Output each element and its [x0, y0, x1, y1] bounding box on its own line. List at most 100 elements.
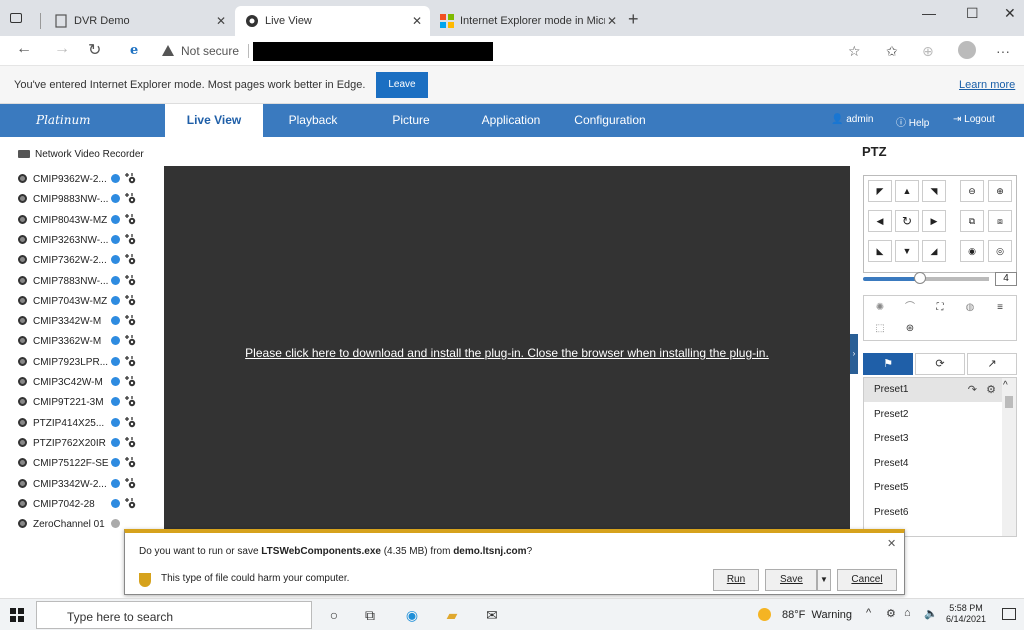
- tab-ie-mode-article[interactable]: Internet Explorer mode in Micros ✕: [430, 6, 625, 36]
- pan-down-icon[interactable]: ▼: [895, 240, 919, 262]
- camera-item[interactable]: CMIP9883NW-...: [18, 192, 136, 208]
- file-explorer-icon[interactable]: ▰: [442, 605, 462, 625]
- security-indicator[interactable]: Not secure: [181, 44, 239, 58]
- camera-item[interactable]: PTZIP414X25...: [18, 416, 136, 432]
- goto-preset-icon[interactable]: ↷: [968, 384, 977, 396]
- nav-tab-playback[interactable]: Playback: [264, 104, 362, 137]
- camera-item[interactable]: CMIP8043W-MZ: [18, 213, 136, 229]
- wiper-icon[interactable]: ⌒: [898, 299, 922, 317]
- back-icon[interactable]: ←: [16, 40, 32, 58]
- ptz-camera-icon[interactable]: [124, 172, 136, 184]
- preset-item[interactable]: Preset3: [864, 427, 1004, 451]
- camera-item[interactable]: CMIP9362W-2...: [18, 172, 136, 188]
- weather-widget[interactable]: 88°F Warning: [782, 609, 852, 621]
- camera-item[interactable]: ZeroChannel 01: [18, 517, 120, 533]
- help-link[interactable]: ⓘ Help: [896, 114, 929, 129]
- slider-handle[interactable]: [913, 272, 926, 284]
- network-icon[interactable]: ⌂: [904, 607, 911, 619]
- close-download-icon[interactable]: ✕: [887, 537, 896, 550]
- pan-down-right-icon[interactable]: ◢: [922, 240, 946, 262]
- pan-up-right-icon[interactable]: ◥: [922, 180, 946, 202]
- camera-item[interactable]: CMIP75122F-SE: [18, 456, 136, 472]
- tab-actions-icon[interactable]: [10, 13, 22, 23]
- camera-item[interactable]: CMIP3263NW-...: [18, 233, 136, 249]
- mail-icon[interactable]: ✉: [482, 605, 502, 625]
- camera-item[interactable]: CMIP3362W-M: [18, 334, 136, 350]
- ptz-camera-icon[interactable]: [124, 253, 136, 265]
- camera-item[interactable]: CMIP3C42W-M: [18, 375, 136, 391]
- ie-mode-icon[interactable]: e: [130, 43, 144, 58]
- camera-item[interactable]: CMIP7883NW-...: [18, 274, 136, 290]
- camera-item[interactable]: CMIP7362W-2...: [18, 253, 136, 269]
- nav-tab-application[interactable]: Application: [460, 104, 562, 137]
- ptz-camera-icon[interactable]: [124, 416, 136, 428]
- tray-app-icon[interactable]: ⚙: [886, 607, 896, 620]
- iris-open-icon[interactable]: ◎: [988, 240, 1012, 262]
- preset-scrollbar[interactable]: ^: [1002, 378, 1016, 536]
- ptz-camera-icon[interactable]: [124, 497, 136, 509]
- nav-tab-live-view[interactable]: Live View: [165, 104, 263, 137]
- tab-live-view[interactable]: Live View ✕: [235, 6, 430, 36]
- volume-icon[interactable]: 🔈: [924, 607, 938, 620]
- ptz-camera-icon[interactable]: [124, 233, 136, 245]
- camera-item[interactable]: CMIP3342W-M: [18, 314, 136, 330]
- new-tab-icon[interactable]: +: [628, 9, 639, 30]
- maximize-icon[interactable]: ☐: [966, 5, 979, 22]
- plugin-download-link[interactable]: Please click here to download and instal…: [164, 346, 850, 360]
- ptz-camera-icon[interactable]: [124, 355, 136, 367]
- auto-focus-icon[interactable]: ⛶: [928, 299, 952, 317]
- notifications-icon[interactable]: [1002, 608, 1016, 620]
- preset-item[interactable]: Preset5: [864, 476, 1004, 500]
- weather-sun-icon[interactable]: [758, 608, 771, 621]
- preset-item[interactable]: Preset6: [864, 501, 1004, 525]
- minimize-icon[interactable]: —: [922, 5, 936, 21]
- clock[interactable]: 5:58 PM 6/14/2021: [944, 603, 988, 625]
- camera-item[interactable]: CMIP7923LPR...: [18, 355, 136, 371]
- ptz-camera-icon[interactable]: [124, 395, 136, 407]
- 3d-zoom-icon[interactable]: ⬚: [868, 320, 892, 338]
- favorites-icon[interactable]: ✩: [886, 43, 898, 60]
- tab-patrols[interactable]: ⟳: [915, 353, 965, 375]
- focus-near-icon[interactable]: ⧉: [960, 210, 984, 232]
- camera-item[interactable]: CMIP7043W-MZ: [18, 294, 136, 310]
- camera-item[interactable]: CMIP7042-28: [18, 497, 136, 513]
- admin-link[interactable]: 👤 admin: [831, 114, 873, 125]
- camera-item[interactable]: CMIP9T221-3M: [18, 395, 136, 411]
- ptz-camera-icon[interactable]: [124, 436, 136, 448]
- lens-init-icon[interactable]: ◍: [958, 299, 982, 317]
- preset-item[interactable]: Preset2: [864, 403, 1004, 427]
- windows-start-icon[interactable]: [10, 608, 24, 622]
- refresh-icon[interactable]: ↻: [88, 40, 101, 60]
- close-tab-icon[interactable]: ✕: [412, 6, 422, 36]
- focus-far-icon[interactable]: ⧈: [988, 210, 1012, 232]
- tab-patterns[interactable]: ↗: [967, 353, 1017, 375]
- more-options-icon[interactable]: ···: [996, 43, 1010, 59]
- tray-expand-icon[interactable]: ^: [866, 607, 871, 619]
- camera-item[interactable]: PTZIP762X20IR: [18, 436, 136, 452]
- ptz-camera-icon[interactable]: [124, 456, 136, 468]
- run-button[interactable]: Run: [713, 569, 759, 591]
- collections-icon[interactable]: ⊕: [922, 43, 934, 60]
- collapse-panel-handle[interactable]: ›: [850, 334, 858, 374]
- cortana-icon[interactable]: ○: [324, 605, 344, 625]
- pan-left-icon[interactable]: ◀: [868, 210, 892, 232]
- url-field[interactable]: e Not secure: [118, 39, 836, 63]
- pan-right-icon[interactable]: ▶: [922, 210, 946, 232]
- learn-more-link[interactable]: Learn more: [959, 79, 1015, 91]
- pan-up-icon[interactable]: ▲: [895, 180, 919, 202]
- ptz-camera-icon[interactable]: [124, 213, 136, 225]
- add-favorite-icon[interactable]: ☆: [848, 43, 861, 60]
- ptz-camera-icon[interactable]: [124, 274, 136, 286]
- ptz-camera-icon[interactable]: [124, 192, 136, 204]
- close-tab-icon[interactable]: ✕: [607, 6, 617, 36]
- forward-icon[interactable]: →: [54, 40, 70, 58]
- auto-rotate-icon[interactable]: ↻: [895, 210, 919, 232]
- profile-avatar[interactable]: [958, 41, 976, 59]
- tab-presets[interactable]: ⚑: [863, 353, 913, 375]
- scroll-thumb[interactable]: [1005, 396, 1013, 408]
- task-view-icon[interactable]: ⧉: [360, 605, 380, 625]
- save-options-chevron-icon[interactable]: ▼: [817, 569, 831, 591]
- manual-track-icon[interactable]: ⊛: [898, 320, 922, 338]
- close-tab-icon[interactable]: ✕: [216, 6, 226, 36]
- zoom-in-icon[interactable]: ⊕: [988, 180, 1012, 202]
